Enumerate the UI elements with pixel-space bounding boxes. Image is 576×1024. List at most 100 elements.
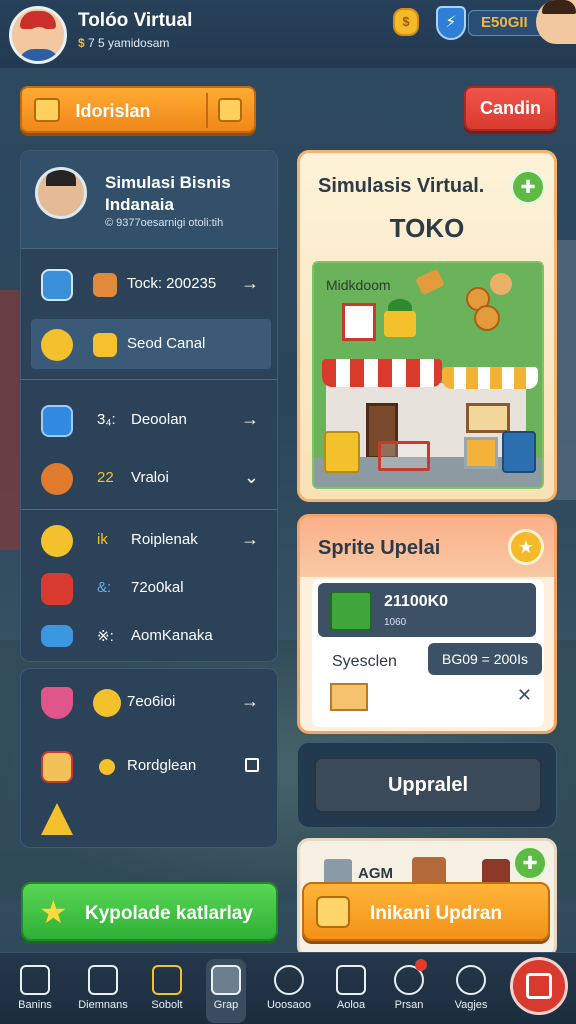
potion-icon [41, 687, 73, 719]
checkbox[interactable] [245, 758, 259, 772]
flag-icon [336, 965, 366, 995]
puzzle-icon[interactable]: ✚ [510, 169, 546, 205]
upgrade-item-value: 21100K0 [384, 593, 449, 610]
arrow-right-icon: → [241, 409, 259, 429]
items-card-label: AGM [358, 865, 393, 882]
shop-fab-button[interactable] [510, 957, 568, 1015]
cancel-button[interactable]: Candin [464, 86, 557, 131]
nav-item-aoloa[interactable]: Aoloa [320, 959, 382, 1023]
menu-item-72o0kal[interactable]: &: 72o0kal [31, 563, 271, 613]
nav-item-vagjes[interactable]: Vagjes [440, 959, 502, 1023]
nav-label: Uoosaoo [266, 999, 312, 1011]
plant-pot [384, 311, 416, 337]
puzzle-icon[interactable]: ✚ [512, 845, 548, 881]
menu-label: Deoolan [131, 411, 187, 428]
menu-label: Rordglean [127, 757, 197, 774]
top-bar: Tolóo Virtual $ 7 5 yamidosam $ ⚡ E50GII [0, 0, 576, 68]
nav-label: Grap [213, 999, 239, 1011]
menu-label: Seod Canal [127, 335, 206, 352]
jar-icon [93, 273, 117, 297]
profile-hat [46, 170, 76, 186]
profile-meta: © 9377oesarnigi otoli:tih [105, 217, 224, 229]
menu-item-stock[interactable]: Tock: 200235 → [31, 259, 271, 309]
nav-item-stats[interactable]: Diemnans [72, 959, 134, 1023]
menu-item-aomkanaka[interactable]: ※: AomKanaka [31, 611, 271, 661]
receipt-icon [526, 973, 552, 999]
nav-item-uoosaoo[interactable]: Uoosaoo [258, 959, 320, 1023]
primary-top-button[interactable]: Idorislan [20, 86, 256, 133]
shopping-cart-icon [378, 441, 430, 471]
menu-divider [21, 509, 277, 510]
menu-item-alert[interactable] [31, 793, 271, 843]
arrow-right-icon: → [241, 529, 259, 549]
globe-icon [41, 269, 73, 301]
cookie-icon [474, 305, 500, 331]
trophy-icon [152, 965, 182, 995]
home-icon [20, 965, 50, 995]
arrow-right-icon: → [241, 691, 259, 711]
blue-bin-icon [502, 431, 536, 473]
menu-label: Vraloi [131, 469, 169, 486]
button-divider [206, 93, 208, 128]
friend-avatar[interactable] [536, 0, 576, 44]
player-avatar[interactable] [9, 6, 67, 64]
profile-title: Simulasi Bisnis [105, 173, 231, 192]
package-icon [330, 591, 372, 631]
profile-avatar [35, 167, 87, 219]
coin-icon [93, 689, 121, 717]
menu-item-rordglean[interactable]: Rordglean [31, 741, 271, 791]
upgrade-card[interactable]: Sprite Upelai ★ 21100K0 1060 Syesclen BG… [297, 514, 557, 734]
nav-label: Banins [18, 999, 52, 1011]
menu-divider [21, 379, 277, 380]
chevron-down-icon: ⌄ [243, 467, 259, 487]
menu-label: Tock: 200235 [127, 275, 217, 292]
store-scene[interactable]: Midkdoom [312, 261, 544, 489]
coin-icon[interactable]: $ [393, 8, 419, 36]
nav-item-sobolt[interactable]: Sobolt [136, 959, 198, 1023]
close-icon[interactable]: ✕ [517, 685, 532, 706]
red-awning [322, 359, 442, 387]
nav-item-home[interactable]: Banins [4, 959, 66, 1023]
business-panel: Simulasi Bisnis Indanaia © 9377oesarnigi… [20, 150, 278, 662]
avatar-hair [542, 0, 576, 14]
business-profile[interactable]: Simulasi Bisnis Indanaia © 9377oesarnigi… [21, 151, 277, 249]
store-card-title: Simulasis Virtual. [318, 175, 485, 197]
upgrade-card-header: Sprite Upelai ★ [300, 517, 554, 577]
profile-subtitle: Indanaia [105, 195, 174, 214]
menu-item-deoolan[interactable]: 3₄: Deoolan → [31, 395, 271, 445]
mini-shop-icon [330, 683, 368, 711]
yellow-awning [442, 367, 538, 389]
document-icon [211, 965, 241, 995]
shield-icon[interactable]: ⚡ [436, 6, 466, 40]
star-icon[interactable]: ★ [508, 529, 544, 565]
shop-window [466, 403, 510, 433]
menu-item-seed-canal[interactable]: Seod Canal [31, 319, 271, 369]
sign-icon [342, 303, 376, 341]
store-card[interactable]: Simulasis Virtual. ✚ TOKO Midkdoom [297, 150, 557, 502]
menu-prefix: ik [97, 531, 108, 548]
system-pill[interactable]: BG09 = 200Is [428, 643, 542, 675]
menu-prefix: &: [97, 579, 112, 596]
menu-prefix: 3₄: [97, 411, 116, 428]
note-icon [93, 333, 117, 357]
nav-label: Vagjes [454, 999, 488, 1011]
bag-icon[interactable] [218, 98, 242, 122]
gear-coin-icon [41, 525, 73, 557]
menu-item-vraloi[interactable]: 22 Vraloi ⌄ [31, 453, 271, 503]
upgrade-item[interactable]: 21100K0 1060 [318, 583, 536, 637]
primary-top-label: Idorislan [75, 101, 151, 121]
menu-item-roiplenak[interactable]: ik Roiplenak → [31, 515, 271, 565]
green-button-label: Kypolade katlarlay [85, 903, 253, 924]
close-box-icon [88, 965, 118, 995]
nav-label: Sobolt [151, 999, 183, 1011]
nav-item-prsan[interactable]: Prsan [378, 959, 440, 1023]
secondary-panel: 7eo6ioi → Rordglean [20, 668, 278, 848]
upgrade-all-button[interactable]: ★ Kypolade katlarlay [21, 882, 278, 941]
menu-item-7eo6ioi[interactable]: 7eo6ioi → [31, 677, 271, 727]
update-button[interactable]: Inikani Updran [302, 882, 550, 941]
yellow-bin-icon [324, 431, 360, 473]
menu-label: Roiplenak [131, 531, 198, 548]
box-icon [41, 405, 73, 437]
nav-item-grap[interactable]: Grap [206, 959, 246, 1023]
upgrade-button[interactable]: Uppralel [314, 757, 542, 813]
